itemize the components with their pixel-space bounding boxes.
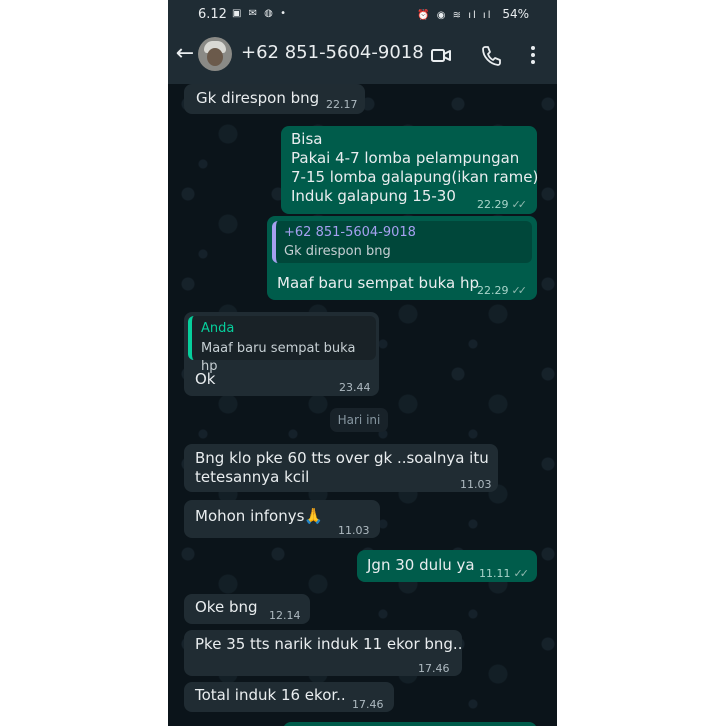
- message-list[interactable]: Gk direspon bng 22.17 Bisa Pakai 4-7 lom…: [168, 84, 557, 726]
- message-incoming-reply[interactable]: Anda Maaf baru sempat buka hp Ok 23.44: [184, 312, 379, 396]
- video-camera-icon[interactable]: [430, 44, 452, 66]
- system-indicators: ⏰ ◉ ≋ ıl ıl 54%: [417, 7, 529, 21]
- read-receipt-icon: ✓✓: [513, 567, 530, 580]
- arrow-left-icon[interactable]: ←: [174, 42, 196, 68]
- message-incoming[interactable]: Gk direspon bng 22.17: [184, 84, 365, 114]
- message-incoming[interactable]: Pke 35 tts narik induk 11 ekor bng.. 17.…: [184, 630, 462, 676]
- phone-screen: 6.12 ▣ ✉ ◍ • ⏰ ◉ ≋ ıl ıl 54% ← +62 851-5…: [168, 0, 557, 726]
- message-incoming[interactable]: Mohon infonys🙏 11.03: [184, 500, 380, 538]
- more-vertical-icon[interactable]: [528, 44, 538, 66]
- message-incoming[interactable]: Bng klo pke 60 tts over gk ..soalnya itu…: [184, 444, 498, 492]
- read-receipt-icon: ✓✓: [511, 198, 528, 211]
- praying-hands-emoji: 🙏: [304, 507, 324, 525]
- status-bar: 6.12 ▣ ✉ ◍ • ⏰ ◉ ≋ ıl ıl 54%: [168, 0, 557, 28]
- signal-icons: ⏰ ◉ ≋ ıl ıl: [417, 10, 493, 21]
- message-incoming[interactable]: Total induk 16 ekor.. 17.46: [184, 682, 394, 712]
- message-outgoing[interactable]: Bisa Pakai 4-7 lomba pelampungan 7-15 lo…: [281, 126, 538, 214]
- message-outgoing-partial[interactable]: [283, 722, 537, 726]
- message-outgoing-reply[interactable]: +62 851-5604-9018 Gk direspon bng Maaf b…: [267, 216, 537, 300]
- quoted-message[interactable]: +62 851-5604-9018 Gk direspon bng: [272, 221, 532, 263]
- message-outgoing[interactable]: Jgn 30 dulu ya 11.11 ✓✓: [357, 550, 537, 582]
- battery-level: 54%: [502, 7, 529, 21]
- contact-name[interactable]: +62 851-5604-9018: [241, 42, 424, 63]
- date-separator: Hari ini: [330, 408, 388, 432]
- quoted-message[interactable]: Anda Maaf baru sempat buka hp: [188, 316, 376, 374]
- phone-icon[interactable]: [480, 44, 502, 66]
- avatar[interactable]: [198, 37, 232, 71]
- message-incoming[interactable]: Oke bng 12.14: [184, 594, 310, 624]
- clock: 6.12: [198, 7, 227, 22]
- chat-header: ← +62 851-5604-9018: [168, 28, 557, 84]
- read-receipt-icon: ✓✓: [511, 284, 528, 297]
- notification-icons: ▣ ✉ ◍ •: [232, 8, 288, 19]
